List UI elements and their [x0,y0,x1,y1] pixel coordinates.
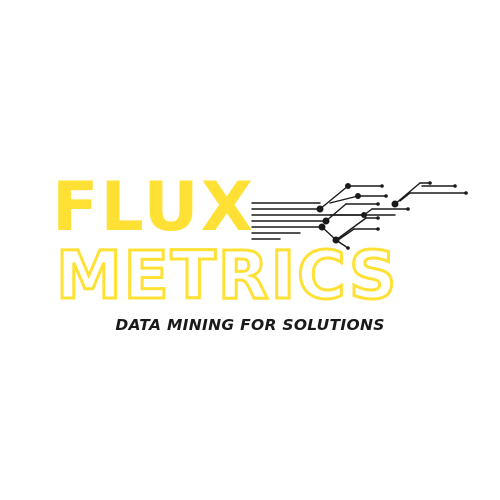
circuit-lines-icon [251,181,468,250]
flux-metrics-logo: FLUX METRICS DATA MINING FOR SOLUTIONS [0,0,500,500]
